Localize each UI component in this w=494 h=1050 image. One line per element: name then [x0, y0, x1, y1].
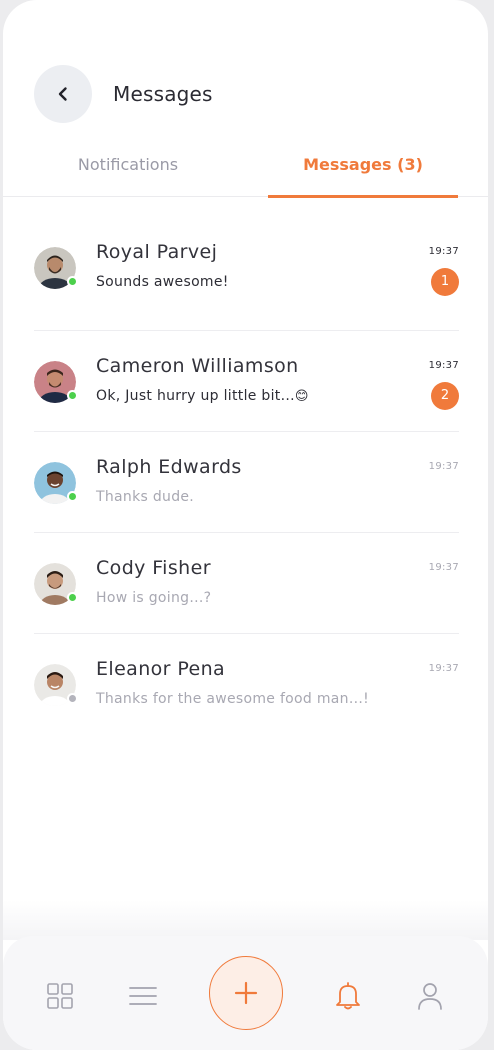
message-time: 19:37 [428, 360, 459, 371]
avatar [34, 563, 78, 605]
page-title: Messages [113, 82, 213, 106]
bell-icon [336, 982, 360, 1010]
menu-icon [129, 987, 157, 1005]
avatar [34, 247, 78, 289]
conversation-list: Royal Parvej Sounds awesome! 19:37 1 Cam… [34, 197, 459, 735]
conversation-item[interactable]: Cody Fisher How is going...? 19:37 [34, 533, 459, 634]
message-preview: How is going...? [96, 590, 212, 606]
nav-grid-button[interactable] [40, 976, 80, 1016]
offline-status-dot [67, 693, 78, 704]
online-status-dot [67, 592, 78, 603]
user-icon [418, 983, 442, 1010]
bottom-nav-shadow [3, 900, 488, 940]
grid-icon [47, 983, 73, 1009]
contact-name: Royal Parvej [96, 241, 218, 263]
message-preview: Sounds awesome! [96, 274, 229, 290]
message-time: 19:37 [428, 246, 459, 257]
contact-name: Cody Fisher [96, 557, 211, 579]
message-preview: Thanks for the awesome food man...! [96, 691, 370, 707]
nav-menu-button[interactable] [123, 976, 163, 1016]
plus-icon [234, 981, 258, 1005]
smile-emoji-icon: 😊 [294, 389, 309, 404]
online-status-dot [67, 491, 78, 502]
avatar [34, 361, 78, 403]
avatar [34, 664, 78, 706]
message-preview: Thanks dude. [96, 489, 195, 505]
tab-messages[interactable]: Messages (3) [268, 145, 458, 198]
bottom-navigation [3, 936, 488, 1050]
message-time: 19:37 [428, 663, 459, 674]
back-button[interactable] [34, 65, 92, 123]
nav-profile-button[interactable] [410, 976, 450, 1016]
chevron-left-icon [58, 87, 67, 101]
message-time: 19:37 [428, 461, 459, 472]
tab-notifications[interactable]: Notifications [33, 145, 223, 197]
contact-name: Eleanor Pena [96, 658, 226, 680]
tab-bar: Notifications Messages (3) [3, 145, 488, 198]
nav-notifications-button[interactable] [328, 976, 368, 1016]
unread-count-badge: 2 [431, 382, 459, 410]
header: Messages [34, 65, 213, 123]
avatar [34, 462, 78, 504]
add-button[interactable] [209, 956, 283, 1030]
conversation-item[interactable]: Cameron Williamson Ok, Just hurry up lit… [34, 331, 459, 432]
message-time: 19:37 [428, 562, 459, 573]
contact-name: Ralph Edwards [96, 456, 242, 478]
contact-name: Cameron Williamson [96, 355, 299, 377]
unread-count-badge: 1 [431, 268, 459, 296]
message-preview: Ok, Just hurry up little bit...😊 [96, 388, 309, 404]
messages-screen: Messages Notifications Messages (3) Roya… [3, 0, 488, 1050]
online-status-dot [67, 390, 78, 401]
conversation-item[interactable]: Eleanor Pena Thanks for the awesome food… [34, 634, 459, 735]
online-status-dot [67, 276, 78, 287]
conversation-item[interactable]: Ralph Edwards Thanks dude. 19:37 [34, 432, 459, 533]
conversation-item[interactable]: Royal Parvej Sounds awesome! 19:37 1 [34, 197, 459, 331]
